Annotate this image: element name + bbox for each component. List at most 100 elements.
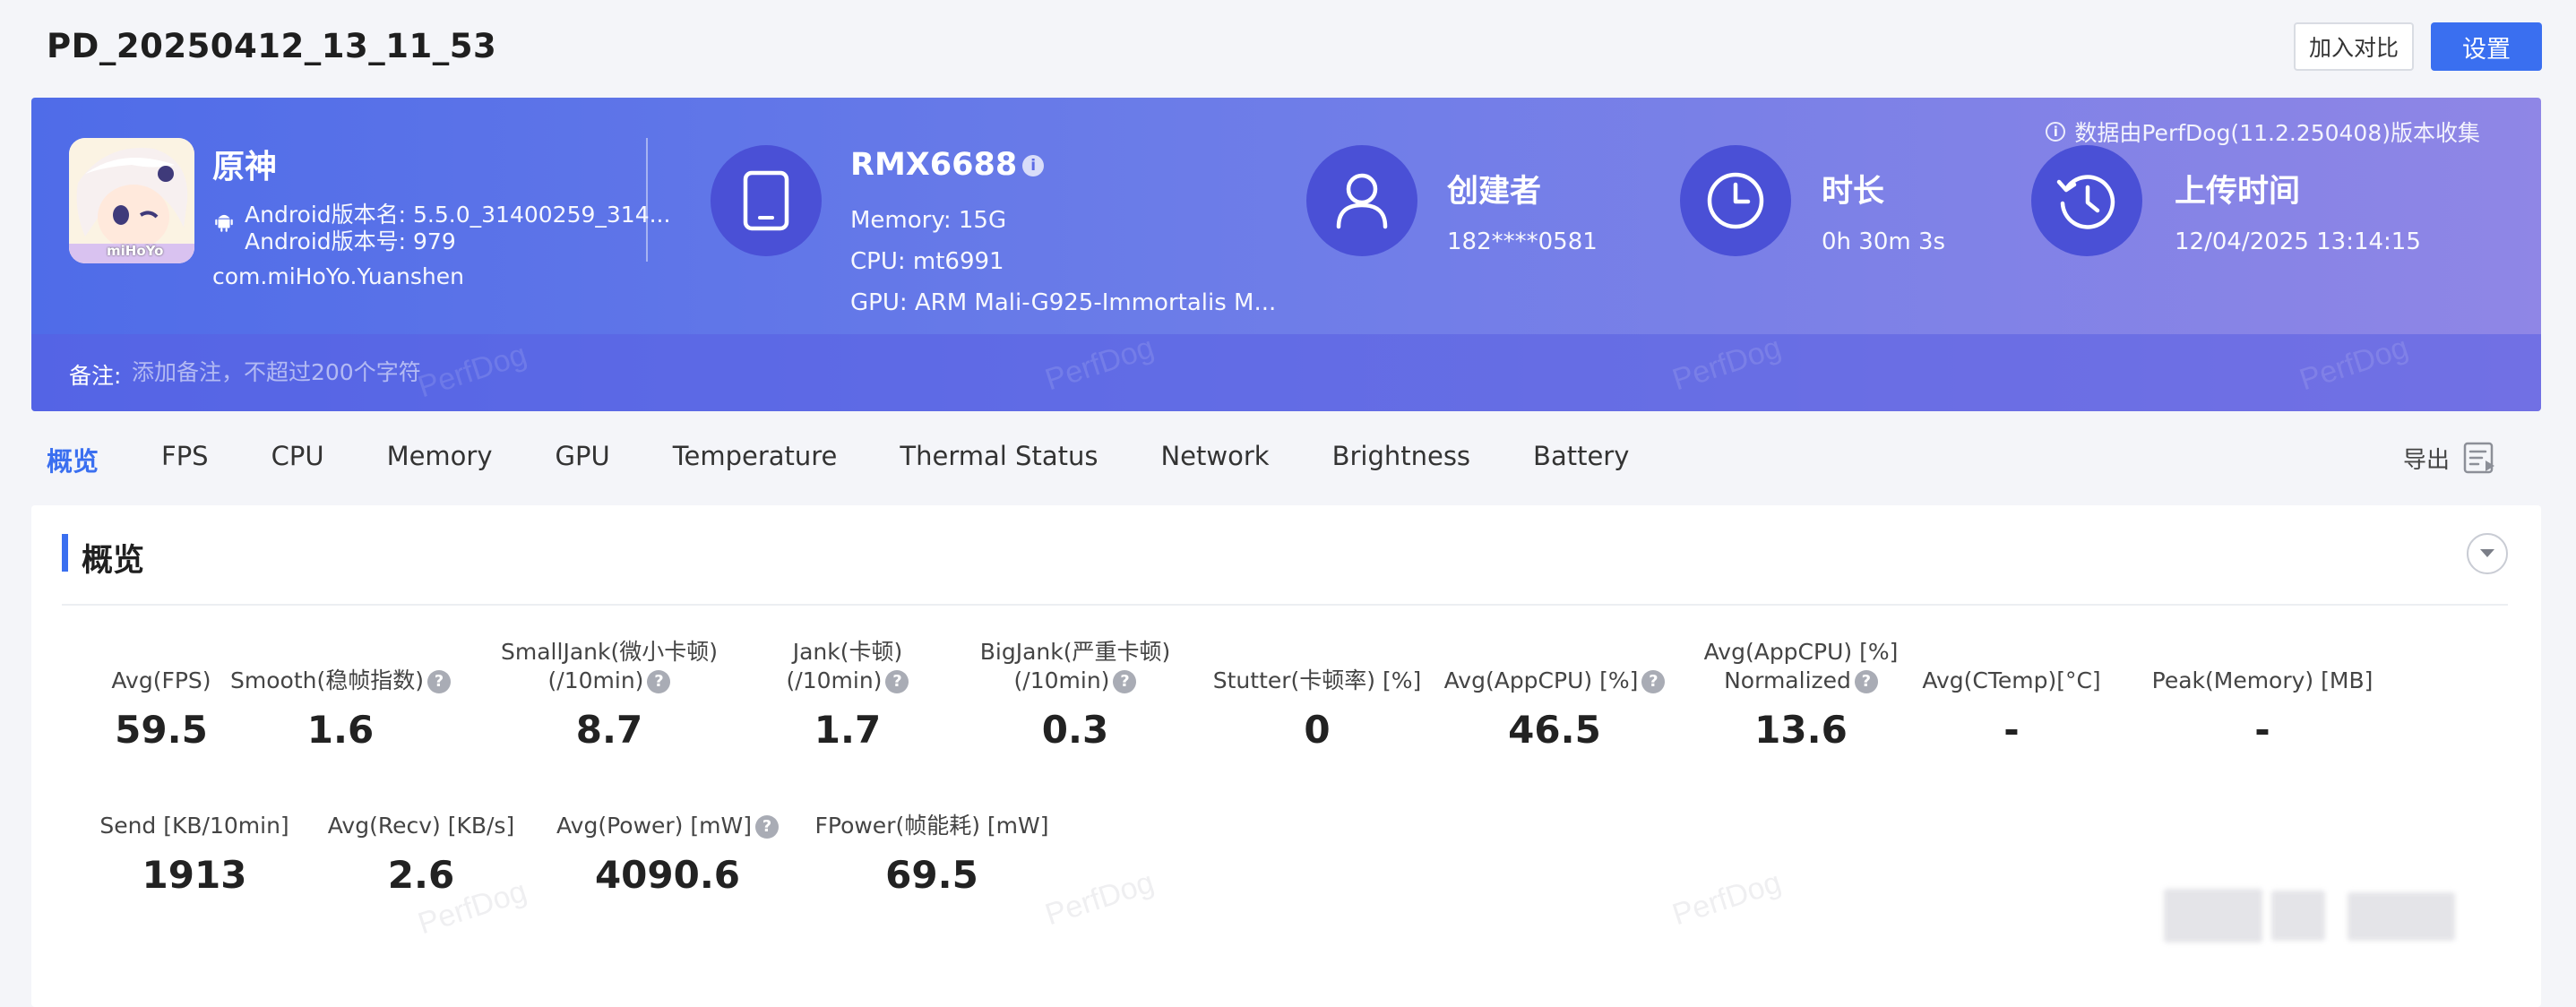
tab-fps[interactable]: FPS [161,441,209,477]
metric-send: Send [KB/10min] 1913 [96,812,293,897]
metric-label: Avg(Power) [mW]? [547,812,788,840]
metric-label: SmallJank(微小卡顿) [501,639,718,665]
tab-memory[interactable]: Memory [387,441,493,477]
metric-jank: Jank(卡顿) (/10min)? 1.7 [771,638,924,752]
metric-label: FPower(帧能耗) [mW] [814,813,1049,839]
panel-title: 概览 [82,543,145,579]
metric-label: Avg(AppCPU) [%]? [1443,667,1667,695]
help-icon[interactable]: ? [1113,670,1137,693]
device-info-icon[interactable]: i [1022,155,1045,176]
metric-avg-power: Avg(Power) [mW]? 4090.6 [547,812,788,897]
blurred-overlay [2164,889,2262,942]
tab-gpu[interactable]: GPU [556,441,610,477]
metric-label-text: Normalized [1724,667,1851,693]
app-package: com.miHoYo.Yuanshen [212,263,464,289]
metric-label-text: (/10min) [1013,667,1110,693]
metric-label-text: (/10min) [547,667,644,693]
device-model-text: RMX6688 [850,147,1018,183]
metric-big-jank: BigJank(严重卡顿) (/10min)? 0.3 [963,638,1187,752]
tab-battery[interactable]: Battery [1533,441,1629,477]
export-label: 导出 [2403,446,2451,474]
remark-label: 备注: [69,363,122,389]
metric-label-text: Avg(Power) [mW] [556,813,752,839]
metric-small-jank: SmallJank(微小卡顿) (/10min)? 8.7 [497,638,721,752]
metric-label: Jank(卡顿) [792,639,903,665]
export-icon [2463,442,2495,474]
duration-title: 时长 [1822,174,1885,210]
app-icon: miHoYo [69,138,194,263]
metric-label: Avg(Recv) [KB/s] [327,813,515,839]
tab-thermal-status[interactable]: Thermal Status [900,441,1098,477]
metric-smooth: Smooth(稳帧指数)? 1.6 [228,667,452,752]
help-icon[interactable]: ? [647,670,671,693]
help-icon[interactable]: ? [754,815,779,839]
user-icon [1306,145,1417,256]
phone-icon [711,145,822,256]
metric-label: (/10min)? [497,667,721,695]
source-note-text: 数据由PerfDog(11.2.250408)版本收集 [2074,120,2480,146]
metric-value: 0 [1304,708,1331,752]
metric-value: 1913 [142,853,247,897]
metric-label-text: Avg(AppCPU) [%] [1443,667,1639,693]
metric-value: 69.5 [885,853,978,897]
panel-divider [62,604,2508,606]
help-icon[interactable]: ? [426,670,451,693]
upload-title: 上传时间 [2175,174,2301,210]
tab-overview[interactable]: 概览 [47,441,99,477]
tab-cpu[interactable]: CPU [271,441,324,477]
metric-label: Avg(CTemp)[°C] [1922,667,2101,693]
blurred-overlay [2271,891,2325,941]
info-icon: i [2046,122,2066,142]
metric-label: Avg(FPS) [111,667,211,693]
metric-peak-memory: Peak(Memory) [MB] - [2141,667,2383,752]
settings-button[interactable]: 设置 [2431,22,2542,71]
metric-value: 1.7 [814,708,882,752]
tab-brightness[interactable]: Brightness [1332,441,1470,477]
blurred-overlay [2348,892,2455,941]
help-icon[interactable]: ? [885,670,909,693]
metric-value: 46.5 [1508,708,1601,752]
metric-label: Peak(Memory) [MB] [2151,667,2374,693]
metric-avg-app-cpu: Avg(AppCPU) [%]? 46.5 [1443,667,1667,752]
metric-value: 4090.6 [594,853,741,897]
chevron-down-icon [2480,549,2494,557]
metric-fpower: FPower(帧能耗) [mW] 69.5 [806,812,1057,897]
tab-network[interactable]: Network [1160,441,1269,477]
metric-label-text: (/10min) [786,667,883,693]
metric-label: (/10min)? [771,667,924,695]
help-icon[interactable]: ? [1641,670,1666,693]
app-version-code: Android版本号: 979 [245,228,456,254]
app-icon-caption: miHoYo [107,243,164,259]
device-cpu: CPU: mt6991 [850,248,1004,275]
collapse-button[interactable] [2467,533,2508,574]
metric-value: 0.3 [1041,708,1109,752]
metric-label-text: Smooth(稳帧指数) [230,667,424,693]
metric-value: - [2254,708,2270,752]
metric-value: 1.6 [306,708,375,752]
creator-value: 182****0581 [1447,228,1598,255]
banner-divider [646,138,648,262]
device-model: RMX6688 i [850,147,1045,183]
tab-temperature[interactable]: Temperature [673,441,838,477]
metric-label: Smooth(稳帧指数)? [228,667,452,695]
metric-tabs: 概览 FPS CPU Memory GPU Temperature Therma… [47,441,1692,477]
session-info-banner: i 数据由PerfDog(11.2.250408)版本收集 miHoYo 原神 … [31,98,2541,411]
metric-label: Send [KB/10min] [99,813,289,839]
help-icon[interactable]: ? [1854,670,1878,693]
metric-label: BigJank(严重卡顿) [979,639,1171,665]
page-title: PD_20250412_13_11_53 [47,27,497,65]
metric-label: Normalized? [1689,667,1913,695]
creator-title: 创建者 [1447,174,1542,210]
metric-avg-app-cpu-normalized: Avg(AppCPU) [%] Normalized? 13.6 [1689,638,1913,752]
app-name: 原神 [212,149,278,185]
export-button[interactable]: 导出 [2403,441,2498,475]
metric-value: - [2003,708,2020,752]
android-icon [215,214,233,232]
upload-value: 12/04/2025 13:14:15 [2175,228,2421,255]
overview-panel: 概览 Avg(FPS) 59.5 Smooth(稳帧指数)? 1.6 Small… [31,505,2541,1007]
metric-value: 8.7 [575,708,643,752]
metric-avg-ctemp: Avg(CTemp)[°C] - [1922,667,2101,752]
watermark: PerfDog [1041,865,1159,933]
device-gpu: GPU: ARM Mali-G925-Immortalis M... [850,289,1277,316]
add-compare-button[interactable]: 加入对比 [2294,22,2414,71]
